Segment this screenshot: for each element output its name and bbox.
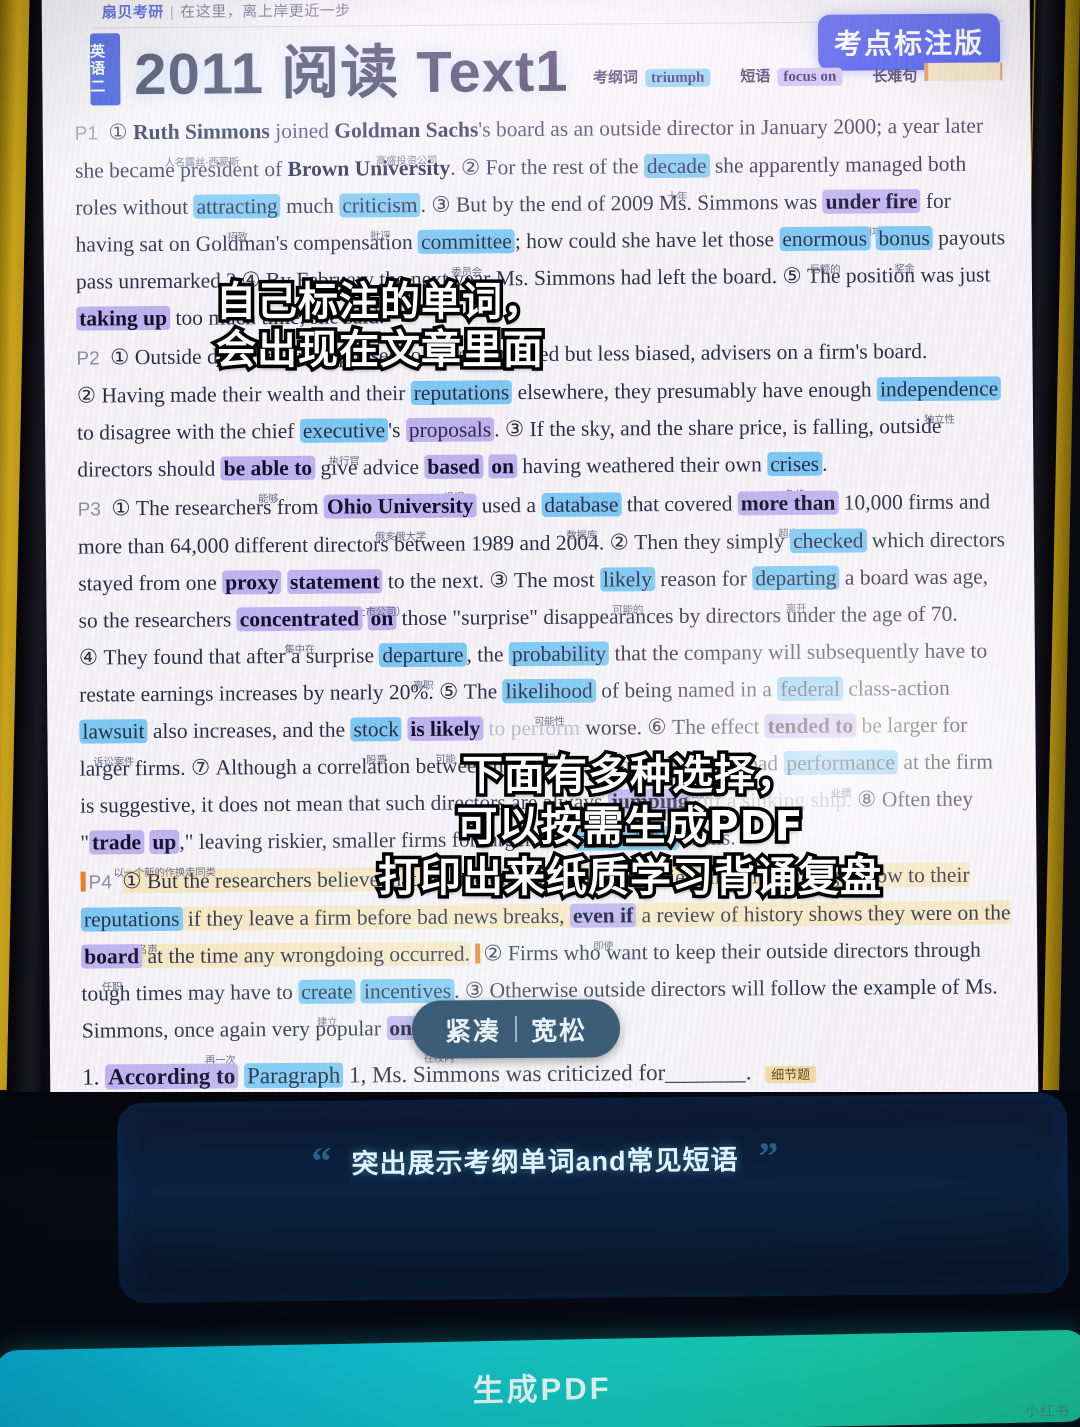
density-toggle[interactable]: 紧凑 宽松: [411, 999, 621, 1059]
legend-item-phrase: 短语 focus on: [740, 65, 843, 87]
caption-2-line-1: 下面有多种选择，: [459, 748, 801, 803]
legend-item-exam-word: 考纲词 triumph: [593, 66, 711, 88]
subject-tag: 英语二: [89, 33, 121, 106]
question-stem-mid: Paragraph: [243, 1062, 344, 1089]
article-body: P1 ① Ruth Simmons joined Goldman Sachs's…: [73, 101, 1014, 1103]
masthead-slogan: 在这里，离上岸更近一步: [180, 2, 351, 21]
caption-overlay-2: 下面有多种选择， 可以按需生成PDF 打印出来纸质学习背诵复盘: [350, 748, 910, 905]
legend-sample-phrase: focus on: [777, 67, 843, 87]
brand-name: 扇贝考研: [101, 3, 164, 22]
highlight-legend: 考纲词 triumph 短语 focus on 长难句: [593, 62, 1003, 88]
caption-1-line-2: 会出现在文章里面: [213, 324, 547, 377]
legend-item-long-sentence: 长难句: [872, 62, 1003, 86]
paragraph-mark-p3: P3: [77, 499, 102, 521]
quote-close-icon: ”: [758, 1133, 779, 1179]
paragraph-mark-p4: P4: [88, 872, 112, 894]
document-preview[interactable]: 扇贝考研 | 在这里，离上岸更近一步 英语二 2011 阅读 Text1 考点标注版…: [41, 0, 1039, 1103]
long-sentence-bar: [80, 871, 86, 892]
page-title: 2011 阅读 Text1: [134, 38, 569, 108]
legend-label-exam-word: 考纲词: [592, 69, 639, 87]
paragraph-mark-p1: P1: [74, 123, 99, 145]
legend-label-phrase: 短语: [740, 68, 771, 86]
caption-overlay-1: 自己标注的单词， 会出现在文章里面: [165, 276, 595, 377]
caption-1-line-1: 自己标注的单词，: [213, 276, 547, 329]
legend-sample-long-sentence: [924, 62, 1003, 81]
quote-row: “ 突出展示考纲单词and常见短语 ”: [175, 1131, 915, 1187]
paragraph-mark-p2: P2: [76, 348, 100, 370]
masthead-separator: |: [169, 3, 175, 21]
density-option-compact[interactable]: 紧凑: [445, 1011, 501, 1048]
legend-sample-exam-word: triumph: [644, 68, 711, 88]
legend-label-long-sentence: 长难句: [872, 68, 918, 86]
question-stem-rest: 1, Ms. Simmons was criticized for_______…: [348, 1059, 752, 1088]
density-option-loose[interactable]: 宽松: [531, 1010, 587, 1047]
watermark: 小红书: [1025, 1403, 1070, 1419]
caption-2-line-2: 可以按需生成PDF: [453, 799, 806, 854]
photographed-phone-screenshot: 扇贝考研 | 在这里，离上岸更近一步 英语二 2011 阅读 Text1 考点标注版…: [0, 0, 1080, 1427]
question-stem-pre: According to: [105, 1063, 239, 1090]
long-sentence-bar-2: [475, 943, 481, 964]
quote-open-icon: “: [311, 1138, 332, 1184]
caption-2-line-3: 打印出来纸质学习背诵复盘: [375, 850, 885, 905]
edition-tabs: 考点标记版 对照刷题版 个人精读版: [0, 1188, 1080, 1294]
density-divider: [514, 1015, 518, 1043]
quote-text: 突出展示考纲单词and常见短语: [351, 1144, 739, 1179]
question-type-tag: 细节题: [765, 1065, 817, 1084]
question-number: 1.: [82, 1064, 100, 1090]
